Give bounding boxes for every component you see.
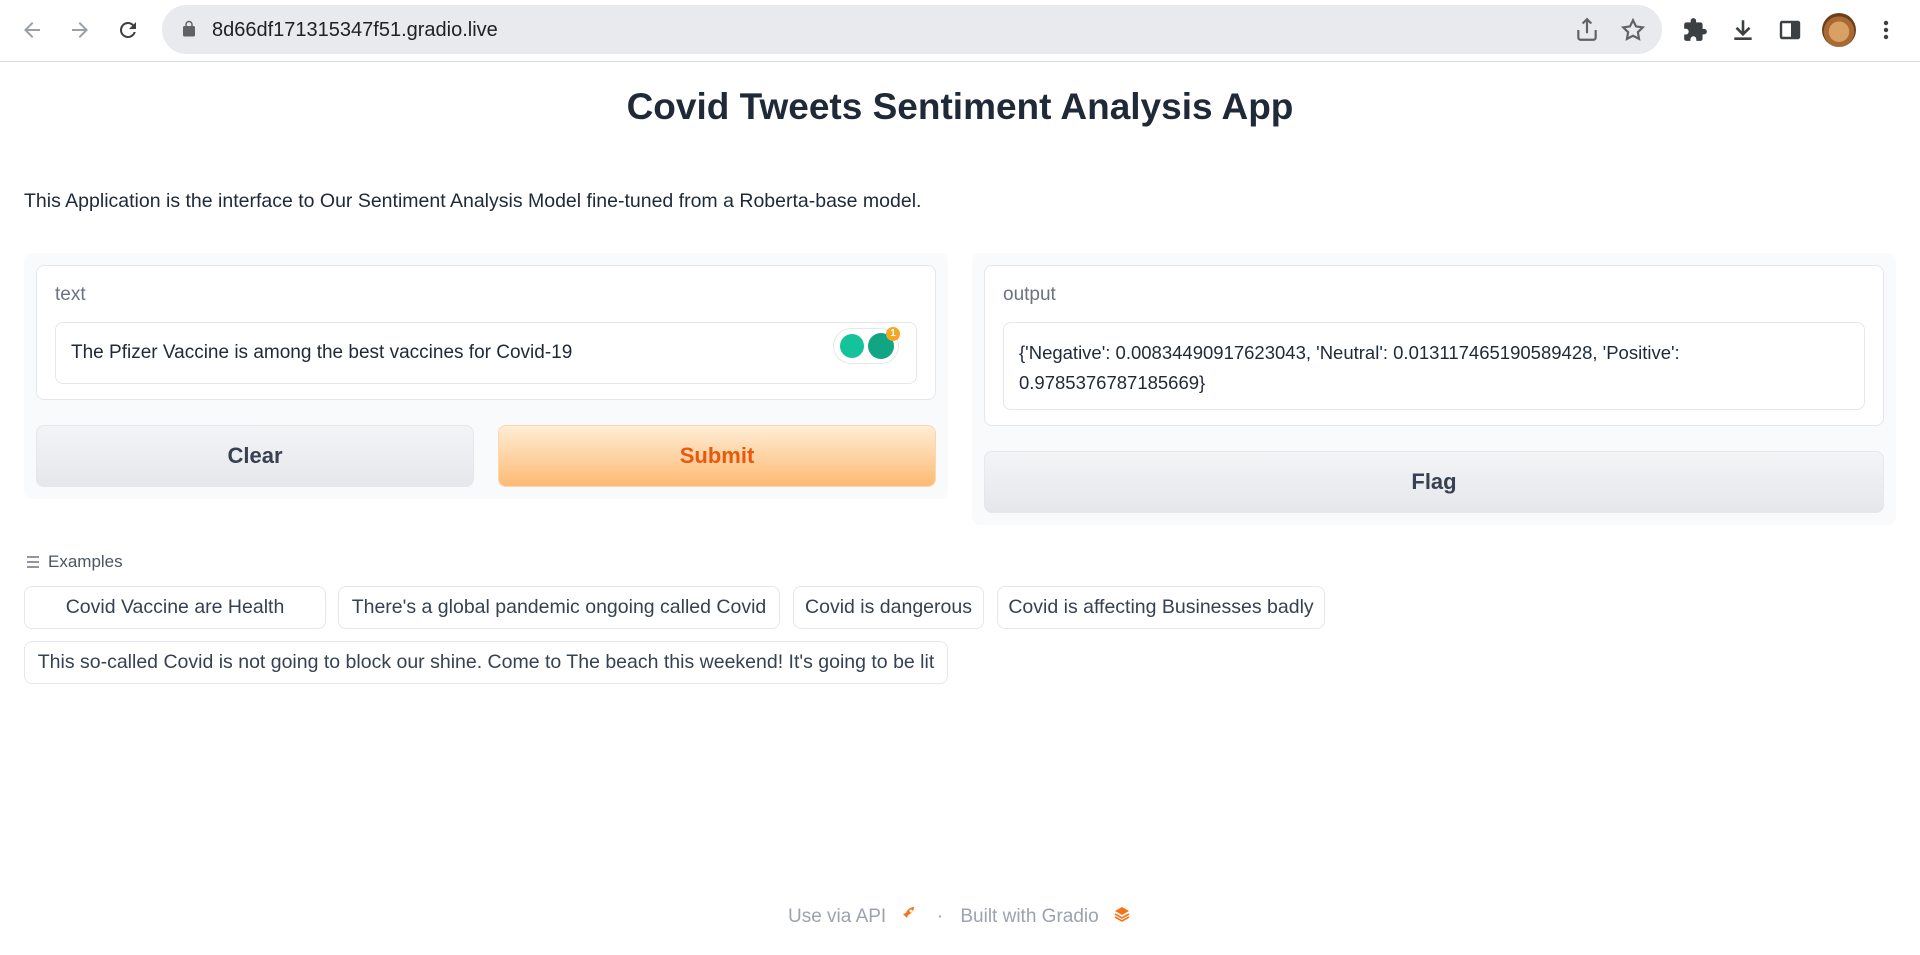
back-button[interactable]	[14, 12, 50, 48]
menu-kebab-icon[interactable]	[1872, 16, 1900, 44]
built-with-gradio-link[interactable]: Built with Gradio	[960, 906, 1098, 928]
flag-button[interactable]: Flag	[984, 451, 1884, 513]
reload-button[interactable]	[110, 12, 146, 48]
grammarly-widget[interactable]: 1	[834, 327, 900, 363]
footer: Use via API · Built with Gradio	[0, 904, 1920, 930]
reload-icon	[119, 21, 136, 38]
text-input-value: The Pfizer Vaccine is among the best vac…	[71, 342, 573, 363]
share-icon[interactable]	[1574, 17, 1600, 43]
output-label: output	[1003, 284, 1056, 305]
submit-button[interactable]: Submit	[498, 425, 936, 487]
output-panel: output {'Negative': 0.00834490917623043,…	[972, 253, 1896, 525]
input-label: text	[55, 284, 86, 305]
use-via-api-link[interactable]: Use via API	[788, 906, 886, 928]
address-bar[interactable]: 8d66df171315347f51.gradio.live	[162, 5, 1662, 54]
grammarly-badge: 1	[886, 327, 900, 341]
profile-avatar[interactable]	[1822, 13, 1856, 47]
rocket-icon	[899, 904, 919, 930]
forward-arrow-icon	[72, 22, 88, 38]
bookmark-star-icon[interactable]	[1620, 17, 1646, 43]
app-description: This Application is the interface to Our…	[24, 190, 922, 212]
example-item[interactable]: Covid is affecting Businesses badly	[997, 586, 1325, 629]
list-icon	[27, 556, 39, 568]
url-text: 8d66df171315347f51.gradio.live	[212, 19, 498, 41]
input-block: text The Pfizer Vaccine is among the bes…	[36, 265, 936, 400]
example-item[interactable]: Covid is dangerous	[793, 586, 984, 629]
side-panel-icon[interactable]	[1776, 16, 1804, 44]
forward-button[interactable]	[62, 12, 98, 48]
lock-icon	[183, 20, 195, 37]
browser-toolbar: 8d66df171315347f51.gradio.live	[0, 0, 1920, 62]
input-panel: text The Pfizer Vaccine is among the bes…	[24, 253, 948, 499]
output-value: {'Negative': 0.00834490917623043, 'Neutr…	[1019, 342, 1680, 393]
page-title: Covid Tweets Sentiment Analysis App	[626, 86, 1294, 127]
footer-separator: ·	[936, 906, 944, 927]
output-textbox[interactable]: {'Negative': 0.00834490917623043, 'Neutr…	[1003, 322, 1865, 410]
lightbulb-icon	[840, 334, 864, 358]
clear-button[interactable]: Clear	[36, 425, 474, 487]
text-input[interactable]: The Pfizer Vaccine is among the best vac…	[55, 322, 917, 384]
gradio-logo-icon	[1112, 904, 1132, 930]
download-icon[interactable]	[1729, 16, 1757, 44]
example-item[interactable]: Covid Vaccine are Health	[24, 586, 326, 629]
examples-label: Examples	[48, 552, 123, 571]
examples-header: Examples	[26, 552, 123, 572]
example-item[interactable]: This so-called Covid is not going to blo…	[24, 641, 948, 684]
extensions-icon[interactable]	[1681, 16, 1709, 44]
back-arrow-icon	[24, 22, 40, 38]
output-block: output {'Negative': 0.00834490917623043,…	[984, 265, 1884, 426]
example-item[interactable]: There's a global pandemic ongoing called…	[338, 586, 780, 629]
